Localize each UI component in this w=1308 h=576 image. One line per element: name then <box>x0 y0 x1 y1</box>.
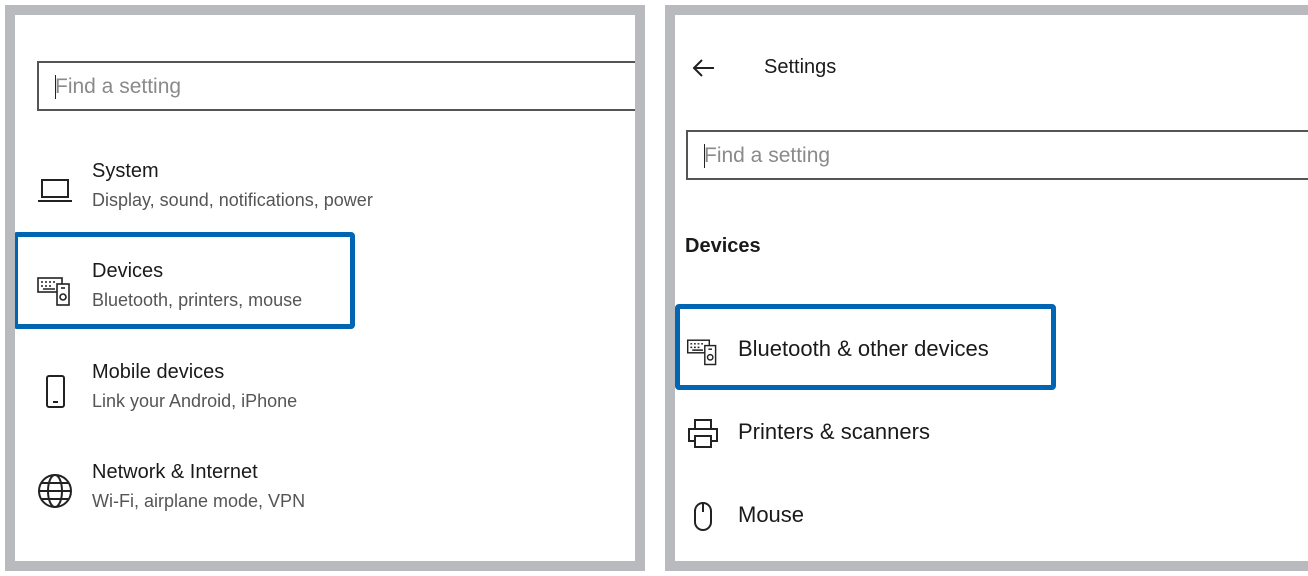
search-placeholder: Find a setting <box>704 144 831 167</box>
category-mobile-devices[interactable]: Mobile devices Link your Android, iPhone <box>15 356 615 446</box>
category-title: System <box>92 160 159 182</box>
nav-item-printers[interactable]: Printers & scanners <box>675 406 1295 466</box>
page-title: Settings <box>764 56 837 78</box>
globe-icon <box>35 471 75 511</box>
section-title: Devices <box>685 235 761 257</box>
home-settings-panel: Find a setting System Display, sound, no… <box>5 5 645 571</box>
category-title: Mobile devices <box>92 361 225 383</box>
nav-item-label: Printers & scanners <box>738 419 930 444</box>
mouse-icon <box>685 499 721 535</box>
search-placeholder: Find a setting <box>55 75 182 98</box>
bluetooth-highlight-box <box>675 304 1056 390</box>
devices-settings-panel: Settings Find a setting Devices Bluetoot… <box>665 5 1308 571</box>
category-subtitle: Display, sound, notifications, power <box>92 190 373 210</box>
devices-highlight-box <box>15 232 355 329</box>
nav-item-label: Mouse <box>738 502 805 527</box>
category-subtitle: Link your Android, iPhone <box>92 391 298 411</box>
category-subtitle: Wi-Fi, airplane mode, VPN <box>92 491 306 511</box>
back-arrow-icon[interactable] <box>689 53 719 83</box>
category-title: Network & Internet <box>92 461 258 483</box>
phone-icon <box>35 371 75 411</box>
laptop-icon <box>35 170 75 210</box>
nav-item-mouse[interactable]: Mouse <box>675 489 1295 549</box>
search-input[interactable]: Find a setting <box>37 61 635 111</box>
printer-icon <box>685 416 721 452</box>
search-input[interactable]: Find a setting <box>686 130 1308 180</box>
category-network-internet[interactable]: Network & Internet Wi-Fi, airplane mode,… <box>15 456 615 546</box>
